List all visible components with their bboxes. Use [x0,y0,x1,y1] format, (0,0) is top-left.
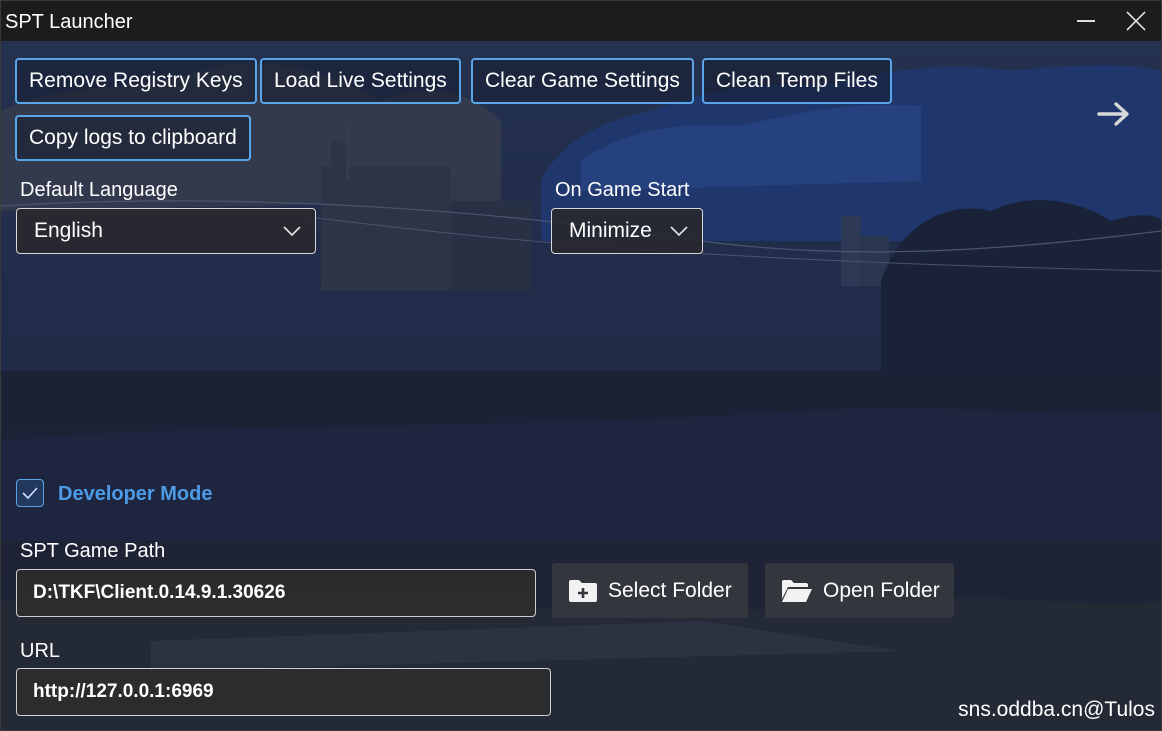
folder-open-icon [781,579,813,603]
open-folder-label: Open Folder [823,578,940,602]
minimize-icon [1077,20,1095,22]
remove-registry-keys-button[interactable]: Remove Registry Keys [15,58,257,104]
default-language-select[interactable]: English [16,208,316,254]
open-folder-button[interactable]: Open Folder [765,563,954,618]
select-folder-label: Select Folder [608,578,732,602]
close-icon [1126,11,1146,31]
select-folder-button[interactable]: Select Folder [552,563,748,618]
load-live-settings-button[interactable]: Load Live Settings [260,58,461,104]
minimize-button[interactable] [1064,1,1108,41]
title-bar[interactable]: SPT Launcher [1,1,1161,41]
checkmark-icon [22,487,38,500]
clear-game-settings-button[interactable]: Clear Game Settings [471,58,694,104]
default-language-label: Default Language [20,179,178,201]
on-game-start-select[interactable]: Minimize [551,208,703,254]
close-button[interactable] [1114,1,1158,41]
copy-logs-button[interactable]: Copy logs to clipboard [15,115,251,161]
folder-plus-icon [568,579,598,603]
window-title: SPT Launcher [5,11,133,33]
developer-mode-checkbox[interactable] [16,479,44,507]
developer-mode-label[interactable]: Developer Mode [58,483,212,506]
launcher-window: SPT Launcher Remove Registry Keys Load L… [0,0,1162,731]
game-path-input[interactable]: D:\TKF\Client.0.14.9.1.30626 [16,569,536,617]
game-path-label: SPT Game Path [20,540,166,562]
chevron-down-icon [670,226,688,237]
url-input[interactable]: http://127.0.0.1:6969 [16,668,551,716]
chevron-down-icon [283,226,301,237]
arrow-right-icon[interactable] [1097,101,1131,127]
watermark-text: sns.oddba.cn@Tulos [958,698,1155,721]
url-label: URL [20,640,61,662]
on-game-start-value: Minimize [569,219,652,242]
default-language-value: English [34,219,103,242]
clean-temp-files-button[interactable]: Clean Temp Files [702,58,892,104]
on-game-start-label: On Game Start [555,179,690,201]
